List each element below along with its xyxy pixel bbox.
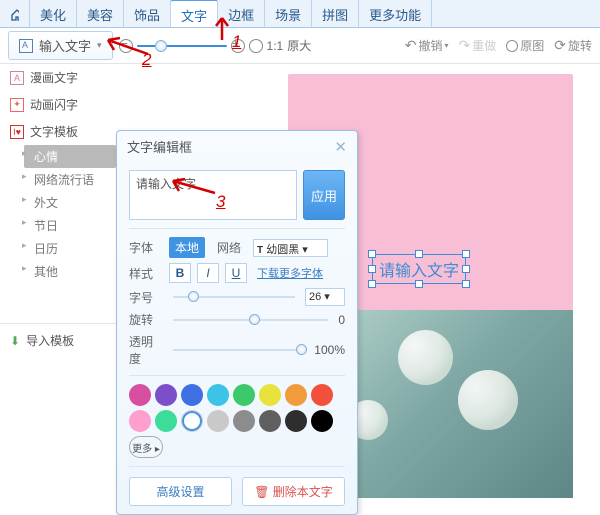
apply-button[interactable]: 应用 [303, 170, 345, 220]
original-button[interactable]: 原图 [506, 37, 544, 54]
template-sublist: 心情 网络流行语 外文 节日 日历 其他 [0, 145, 126, 283]
input-text-button[interactable]: 输入文字 ▾ [8, 31, 113, 60]
size-value-select[interactable]: 26 ▾ [305, 288, 345, 306]
opacity-label: 透明度 [129, 333, 163, 367]
color-swatch[interactable] [155, 384, 177, 406]
zoom-out-icon[interactable] [119, 39, 133, 53]
color-swatch[interactable] [129, 384, 151, 406]
tab-accessory[interactable]: 饰品 [124, 0, 171, 27]
sub-item-other[interactable]: 其他 [24, 260, 126, 283]
color-swatch[interactable] [181, 410, 203, 432]
style-label: 样式 [129, 265, 163, 282]
text-edit-dialog: 文字编辑框 ✕ 应用 字体 本地 网络 T 幼圆黑 ▾ 样式 B I U 下载更… [116, 130, 358, 515]
top-tabs: 美化 美容 饰品 文字 边框 场景 拼图 更多功能 [0, 0, 600, 28]
zoom-reset-icon[interactable] [249, 39, 263, 53]
tab-text[interactable]: 文字 [171, 0, 218, 27]
import-icon: ⬇ [10, 334, 20, 348]
color-swatch[interactable] [233, 384, 255, 406]
bold-button[interactable]: B [169, 263, 191, 283]
zoom-reset-label: 1:1 [267, 39, 284, 53]
italic-button[interactable]: I [197, 263, 219, 283]
import-template-button[interactable]: ⬇ 导入模板 [0, 323, 126, 357]
tab-more[interactable]: 更多功能 [359, 0, 432, 27]
font-select[interactable]: T 幼圆黑 ▾ [253, 239, 328, 257]
text-input-textarea[interactable] [129, 170, 297, 220]
color-swatch[interactable] [233, 410, 255, 432]
template-icon: I♥ [10, 125, 24, 139]
canvas-text-selection[interactable]: 请输入文字 [372, 254, 466, 284]
sub-item-foreign[interactable]: 外文 [24, 191, 126, 214]
color-swatch[interactable] [129, 410, 151, 432]
undo-button[interactable]: ↶撤销▾ [405, 37, 449, 54]
more-colors-button[interactable]: 更多 ▸ [129, 436, 163, 458]
sidebar-item-manhua[interactable]: A漫画文字 [0, 64, 126, 91]
bubble-icon: A [10, 71, 24, 85]
tab-collage[interactable]: 拼图 [312, 0, 359, 27]
font-tab-net[interactable]: 网络 [211, 237, 247, 258]
opacity-slider[interactable] [173, 349, 304, 351]
size-label: 字号 [129, 289, 163, 306]
sub-item-mood[interactable]: 心情 [24, 145, 116, 168]
left-panel: A漫画文字 ✦动画闪字 I♥文字模板 心情 网络流行语 外文 节日 日历 其他 … [0, 64, 126, 357]
color-swatch[interactable] [259, 384, 281, 406]
rotate-slider[interactable] [173, 319, 328, 321]
input-text-label: 输入文字 [39, 36, 91, 55]
text-box-icon [19, 39, 33, 53]
tab-scene[interactable]: 场景 [265, 0, 312, 27]
color-swatch[interactable] [207, 384, 229, 406]
home-icon [10, 8, 19, 22]
zoom-slider[interactable] [137, 45, 227, 47]
zoom-controls: 1:1 原大 [119, 37, 312, 54]
sidebar-item-template[interactable]: I♥文字模板 [0, 118, 126, 145]
sub-item-festival[interactable]: 节日 [24, 214, 126, 237]
toolbar: 输入文字 ▾ 1:1 原大 ↶撤销▾ ↷重做 原图 ⟳旋转 [0, 28, 600, 64]
more-fonts-link[interactable]: 下载更多字体 [257, 265, 323, 281]
rotate-label: 旋转 [129, 311, 163, 328]
color-swatch[interactable] [285, 384, 307, 406]
color-swatch[interactable] [207, 410, 229, 432]
tab-beautify[interactable]: 美化 [30, 0, 77, 27]
sub-item-netslang[interactable]: 网络流行语 [24, 168, 126, 191]
underline-button[interactable]: U [225, 263, 247, 283]
color-swatch[interactable] [259, 410, 281, 432]
font-tab-local[interactable]: 本地 [169, 237, 205, 258]
tab-cosmetic[interactable]: 美容 [77, 0, 124, 27]
color-swatch[interactable] [311, 384, 333, 406]
redo-button[interactable]: ↷重做 [458, 37, 496, 54]
color-swatch[interactable] [155, 410, 177, 432]
color-swatch[interactable] [181, 384, 203, 406]
tab-home[interactable] [0, 0, 30, 27]
color-swatch[interactable] [285, 410, 307, 432]
zoom-original-label: 原大 [287, 37, 311, 54]
dialog-title-bar[interactable]: 文字编辑框 ✕ [117, 131, 357, 162]
size-slider[interactable] [173, 296, 295, 298]
tab-frame[interactable]: 边框 [218, 0, 265, 27]
advanced-button[interactable]: 高级设置 [129, 477, 232, 506]
zoom-in-icon[interactable] [231, 39, 245, 53]
delete-text-button[interactable]: 🗑 删除本文字 [242, 477, 345, 506]
sidebar-item-anim[interactable]: ✦动画闪字 [0, 91, 126, 118]
anim-icon: ✦ [10, 98, 24, 112]
sub-item-calendar[interactable]: 日历 [24, 237, 126, 260]
rotate-value: 0 [338, 313, 345, 327]
close-icon[interactable]: ✕ [334, 138, 347, 156]
font-label: 字体 [129, 239, 163, 256]
dropdown-icon: ▾ [97, 40, 102, 51]
dialog-title: 文字编辑框 [127, 137, 192, 156]
color-palette: 更多 ▸ [129, 384, 345, 458]
opacity-value: 100% [314, 343, 345, 357]
color-swatch[interactable] [311, 410, 333, 432]
rotate-button[interactable]: ⟳旋转 [554, 37, 592, 54]
